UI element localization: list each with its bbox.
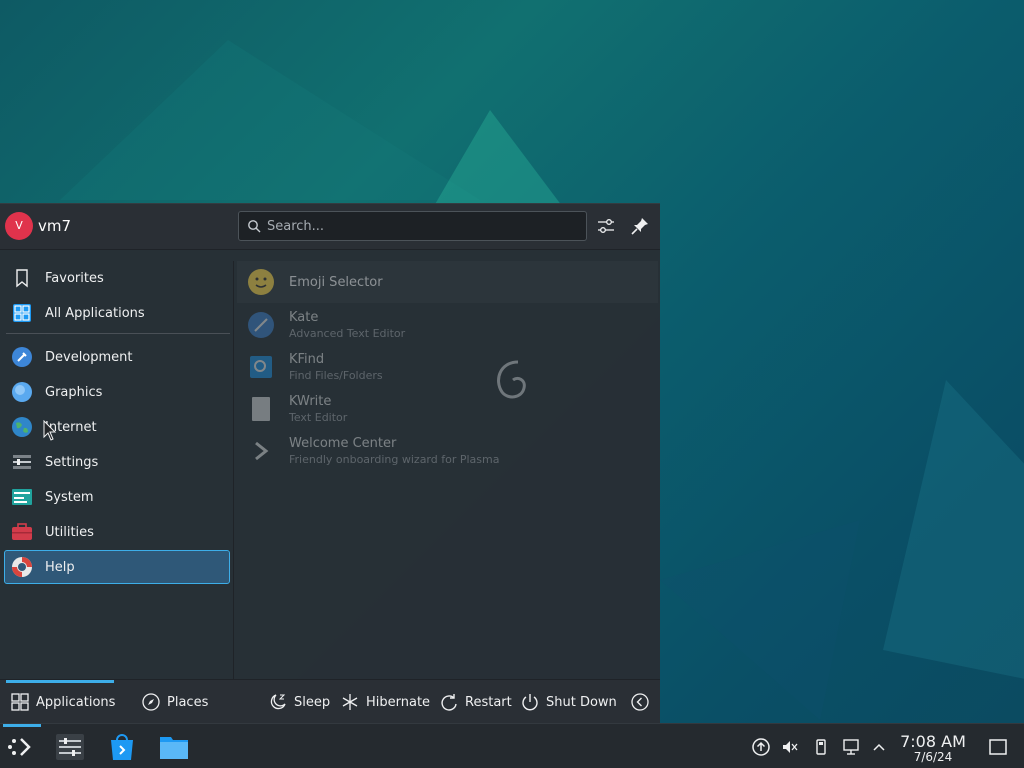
sidebar-item-utilities[interactable]: Utilities bbox=[4, 515, 230, 549]
grid-icon bbox=[13, 304, 31, 322]
sidebar-item-label: System bbox=[45, 489, 94, 505]
sidebar-item-label: Help bbox=[45, 559, 75, 575]
hibernate-button[interactable]: Hibernate bbox=[340, 691, 430, 713]
wallpaper-shard bbox=[60, 40, 480, 200]
app-name: KFind bbox=[289, 352, 325, 367]
bookmark-icon bbox=[16, 269, 28, 288]
sidebar-divider bbox=[6, 333, 230, 334]
clock-date[interactable]: 7/6/24 bbox=[895, 750, 971, 764]
app-item-emoji-selector[interactable]: Emoji Selector bbox=[237, 261, 658, 303]
shutdown-button[interactable]: Shut Down bbox=[520, 691, 617, 713]
sidebar-item-label: Favorites bbox=[45, 270, 104, 286]
sleep-button[interactable]: Sleep bbox=[268, 691, 330, 713]
application-list: Emoji Selector Kate Advanced Text Editor… bbox=[235, 261, 660, 679]
pin-icon[interactable] bbox=[629, 215, 651, 237]
tab-applications-label: Applications bbox=[36, 694, 116, 710]
help-lifebuoy-icon bbox=[12, 557, 32, 577]
sidebar-item-internet[interactable]: Internet bbox=[4, 410, 230, 444]
app-name: KWrite bbox=[289, 394, 332, 409]
app-item-kwrite[interactable]: KWrite Text Editor bbox=[237, 388, 658, 430]
search-input[interactable] bbox=[267, 216, 577, 236]
settings-icon bbox=[13, 455, 31, 469]
app-description: Find Files/Folders bbox=[289, 369, 383, 382]
removable-device-icon[interactable] bbox=[812, 738, 830, 756]
tab-applications[interactable]: Applications bbox=[10, 691, 115, 713]
system-settings-icon[interactable] bbox=[54, 731, 86, 763]
kate-icon bbox=[248, 312, 274, 338]
app-item-welcome-center[interactable]: Welcome Center Friendly onboarding wizar… bbox=[237, 430, 658, 472]
updates-icon[interactable] bbox=[752, 738, 770, 756]
search-field[interactable] bbox=[238, 211, 587, 241]
sidebar-item-development[interactable]: Development bbox=[4, 340, 230, 374]
shutdown-label: Shut Down bbox=[546, 694, 617, 710]
wallpaper-shard bbox=[660, 520, 860, 720]
sidebar-item-graphics[interactable]: Graphics bbox=[4, 375, 230, 409]
app-item-kate[interactable]: Kate Advanced Text Editor bbox=[237, 304, 658, 346]
launcher-active-indicator bbox=[3, 724, 41, 727]
welcome-center-icon bbox=[255, 441, 269, 461]
sidebar-item-all-applications[interactable]: All Applications bbox=[4, 296, 230, 330]
category-sidebar: Favorites All Applications Development G… bbox=[0, 261, 234, 679]
sidebar-item-label: All Applications bbox=[45, 305, 145, 321]
sidebar-item-help[interactable]: Help bbox=[4, 550, 230, 584]
sidebar-item-label: Utilities bbox=[45, 524, 94, 540]
utilities-icon bbox=[12, 523, 32, 540]
app-description: Text Editor bbox=[289, 411, 348, 424]
restart-label: Restart bbox=[465, 694, 512, 710]
app-name: Welcome Center bbox=[289, 436, 397, 451]
applications-grid-icon bbox=[11, 693, 29, 711]
mouse-cursor-icon bbox=[43, 420, 57, 441]
chevron-left-circle-icon bbox=[631, 693, 649, 711]
user-avatar[interactable]: V bbox=[5, 212, 33, 240]
launcher-footer: Applications Places Sleep Hibernate Rest… bbox=[0, 679, 660, 724]
sidebar-item-label: Graphics bbox=[45, 384, 103, 400]
clock-time[interactable]: 7:08 AM bbox=[895, 732, 971, 751]
compass-icon bbox=[142, 693, 160, 711]
internet-globe-icon bbox=[12, 417, 32, 437]
kwrite-icon bbox=[252, 397, 270, 421]
sleep-icon bbox=[270, 694, 286, 710]
application-launcher-icon[interactable] bbox=[6, 731, 38, 763]
active-tab-indicator bbox=[6, 680, 114, 683]
sidebar-item-label: Settings bbox=[45, 454, 99, 470]
more-actions-button[interactable] bbox=[630, 691, 656, 713]
restart-icon bbox=[441, 694, 457, 711]
system-icon bbox=[12, 489, 32, 505]
discover-store-icon[interactable] bbox=[106, 731, 138, 763]
sidebar-item-settings[interactable]: Settings bbox=[4, 445, 230, 479]
app-name: Emoji Selector bbox=[289, 274, 383, 290]
emoji-icon bbox=[248, 269, 274, 295]
hibernate-label: Hibernate bbox=[366, 694, 431, 710]
sidebar-item-system[interactable]: System bbox=[4, 480, 230, 514]
app-description: Friendly onboarding wizard for Plasma bbox=[289, 453, 500, 466]
hibernate-snowflake-icon bbox=[342, 694, 358, 710]
restart-button[interactable]: Restart bbox=[439, 691, 512, 713]
username: vm7 bbox=[38, 217, 72, 235]
app-item-kfind[interactable]: KFind Find Files/Folders bbox=[237, 346, 658, 388]
taskbar-panel: 7:08 AM 7/6/24 bbox=[0, 723, 1024, 768]
configure-sliders-icon[interactable] bbox=[595, 215, 617, 237]
app-name: Kate bbox=[289, 310, 319, 325]
graphics-icon bbox=[12, 382, 32, 402]
show-desktop-icon[interactable] bbox=[988, 737, 1008, 757]
volume-muted-icon[interactable] bbox=[781, 738, 799, 756]
file-manager-folder-icon[interactable] bbox=[158, 731, 190, 763]
tab-places[interactable]: Places bbox=[141, 691, 208, 713]
development-icon bbox=[12, 347, 32, 367]
kfind-icon bbox=[250, 356, 272, 378]
tab-places-label: Places bbox=[167, 694, 209, 710]
chevron-up-icon[interactable] bbox=[870, 738, 888, 756]
sleep-label: Sleep bbox=[294, 694, 331, 710]
app-description: Advanced Text Editor bbox=[289, 327, 406, 340]
sidebar-item-favorites[interactable]: Favorites bbox=[4, 261, 230, 295]
search-icon bbox=[248, 220, 261, 233]
sidebar-item-label: Development bbox=[45, 349, 133, 365]
launcher-header: V vm7 bbox=[0, 204, 660, 250]
network-wired-icon[interactable] bbox=[842, 738, 860, 756]
application-launcher: V vm7 Favorites All Applications Develop… bbox=[0, 203, 660, 724]
power-icon bbox=[522, 694, 538, 711]
